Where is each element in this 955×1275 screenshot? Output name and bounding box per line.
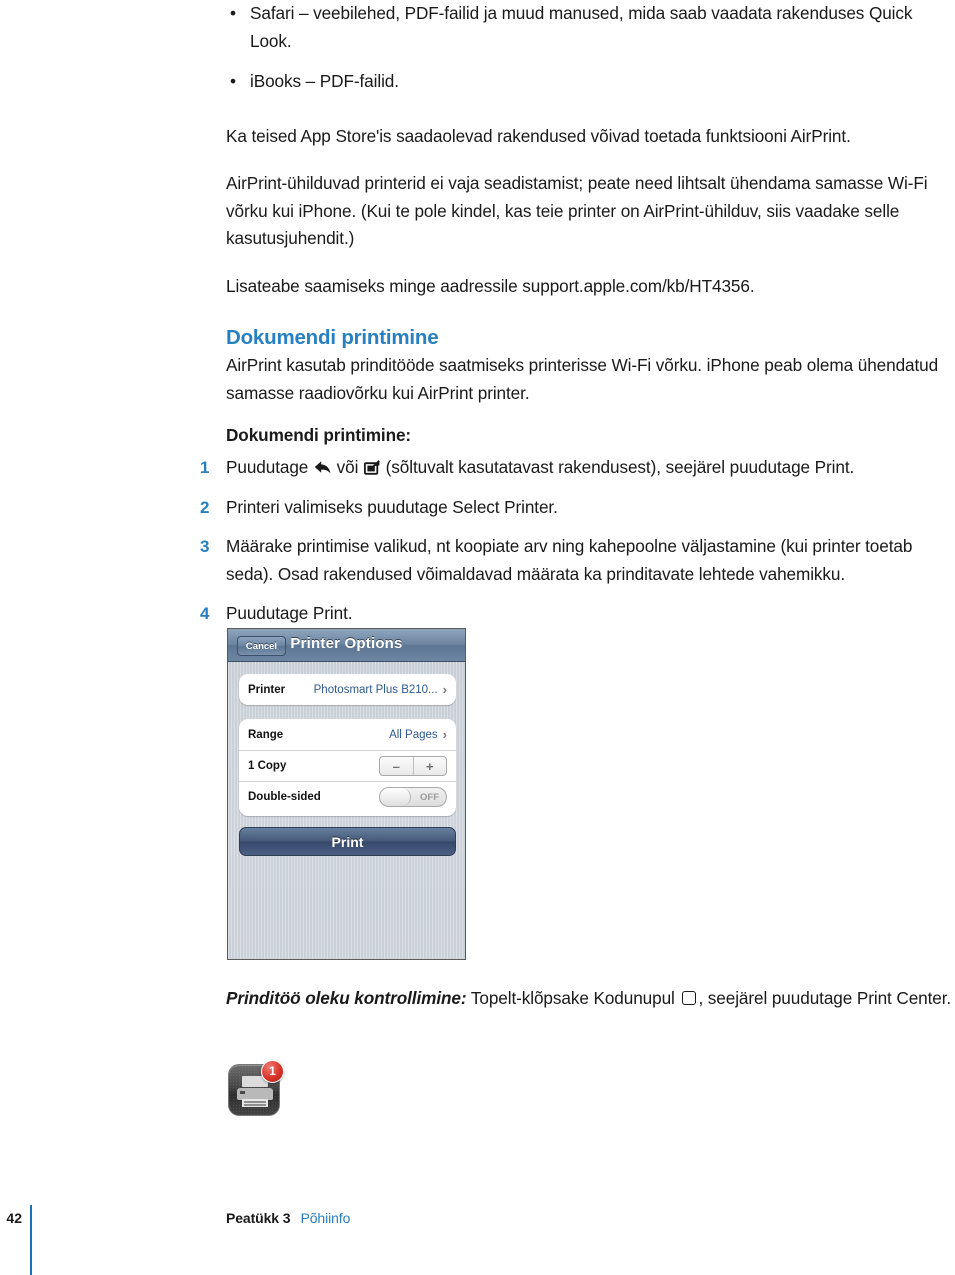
row-value: All Pages: [389, 728, 438, 741]
screenshot-nav-title: Printer Options: [290, 635, 403, 652]
row-label: Range: [248, 728, 284, 741]
print-center-icon-figure: 1: [228, 1060, 284, 1116]
list-item-step-1: 1 Puudutage või (sõltuvalt kasutatavast …: [200, 454, 955, 482]
step-text-a: Puudutage: [226, 457, 313, 477]
row-accessory: OFF: [379, 787, 447, 807]
row-range[interactable]: Range All Pages ›: [239, 719, 456, 750]
row-label: Double-sided: [248, 791, 321, 803]
step-text-c: (sõltuvalt kasutatavast rakendusest), se…: [380, 457, 855, 477]
subsection-heading: Dokumendi printimine:: [226, 425, 412, 445]
share-export-icon: [363, 456, 380, 475]
status-note-text-b: , seejärel puudutage Print Center.: [698, 988, 952, 1008]
list-item: • Safari – veebilehed, PDF-failid ja muu…: [226, 0, 955, 55]
paragraph-app-store: Ka teised App Store'is saadaolevad raken…: [226, 125, 851, 146]
bullet-text: iBooks – PDF-failid.: [250, 71, 399, 91]
paragraph-support-link: Lisateabe saamiseks minge aadressile sup…: [226, 275, 755, 296]
row-label: 1 Copy: [248, 760, 287, 772]
toggle-knob: [380, 788, 411, 806]
list-item-step-2: 2 Printeri valimiseks puudutage Select P…: [200, 494, 955, 522]
chevron-right-icon: ›: [442, 727, 447, 742]
page-number: 42: [6, 1210, 22, 1226]
row-copies: 1 Copy – +: [239, 750, 456, 781]
toggle-state-label: OFF: [420, 792, 439, 803]
page-content: • Safari – veebilehed, PDF-failid ja muu…: [200, 0, 955, 640]
footer-divider: [30, 1205, 32, 1275]
chevron-right-icon: ›: [442, 682, 447, 697]
quantity-stepper[interactable]: – +: [379, 756, 447, 776]
print-status-note: Prinditöö oleku kontrollimine: Topelt-kl…: [226, 985, 955, 1013]
step-text: Määrake printimise valikud, nt koopiate …: [226, 536, 913, 584]
list-item-step-4: 4 Puudutage Print.: [200, 600, 955, 628]
status-note-text-a: Topelt-klõpsake Kodunupul: [466, 988, 680, 1008]
supported-apps-bullet-list: • Safari – veebilehed, PDF-failid ja muu…: [226, 0, 955, 96]
screenshot-nav-bar: Cancel Printer Options: [228, 629, 465, 662]
bullet-dot-icon: •: [230, 71, 236, 91]
home-button-icon: [682, 991, 697, 1005]
row-printer[interactable]: Printer Photosmart Plus B210... ›: [239, 674, 456, 705]
footer-section-label: Põhiinfo: [300, 1210, 351, 1226]
list-item-step-3: 3 Määrake printimise valikud, nt koopiat…: [200, 533, 955, 588]
list-item: • iBooks – PDF-failid.: [226, 68, 955, 96]
reply-arrow-icon: [314, 456, 331, 474]
step-number: 2: [200, 497, 210, 517]
bullet-dot-icon: •: [230, 3, 236, 23]
bullet-text: Safari – veebilehed, PDF-failid ja muud …: [250, 3, 913, 51]
printer-selection-group: Printer Photosmart Plus B210... ›: [239, 674, 456, 705]
row-accessory: – +: [379, 756, 447, 776]
print-steps-list: 1 Puudutage või (sõltuvalt kasutatavast …: [200, 454, 955, 628]
status-badge: 1: [261, 1060, 284, 1083]
stepper-plus-button[interactable]: +: [414, 757, 447, 775]
breadcrumb: Peatükk 3 Põhiinfo: [226, 1210, 350, 1226]
row-accessory: Photosmart Plus B210... ›: [314, 683, 447, 696]
stepper-minus-button[interactable]: –: [380, 757, 414, 775]
step-number: 3: [200, 537, 210, 556]
row-value: Photosmart Plus B210...: [313, 683, 438, 696]
footer-chapter-label: Peatükk 3: [226, 1210, 291, 1226]
printer-paper-shape: [242, 1099, 268, 1107]
step-number: 4: [200, 604, 210, 623]
row-label: Printer: [248, 683, 286, 696]
step-text-b: või: [331, 457, 363, 477]
print-button[interactable]: Print: [239, 827, 456, 856]
page-title: Dokumendi printimine: [226, 326, 439, 349]
iphone-printer-options-screenshot: Cancel Printer Options Printer Photosmar…: [227, 628, 466, 960]
double-sided-toggle[interactable]: OFF: [379, 787, 447, 807]
step-text: Puudutage Print.: [226, 603, 353, 623]
printer-led-shape: [240, 1091, 245, 1094]
status-note-lead: Prinditöö oleku kontrollimine:: [226, 988, 467, 1008]
document-page: • Safari – veebilehed, PDF-failid ja muu…: [0, 0, 955, 1275]
row-accessory: All Pages ›: [389, 728, 447, 741]
step-text: Printeri valimiseks puudutage Select Pri…: [226, 496, 558, 517]
print-options-group: Range All Pages › 1 Copy – + Double-side…: [239, 719, 456, 816]
paragraph-section-intro: AirPrint kasutab prinditööde saatmiseks …: [226, 355, 939, 403]
paragraph-airprint-setup: AirPrint-ühilduvad printerid ei vaja sea…: [226, 173, 928, 248]
step-number: 1: [200, 458, 210, 477]
row-double-sided: Double-sided OFF: [239, 781, 456, 812]
